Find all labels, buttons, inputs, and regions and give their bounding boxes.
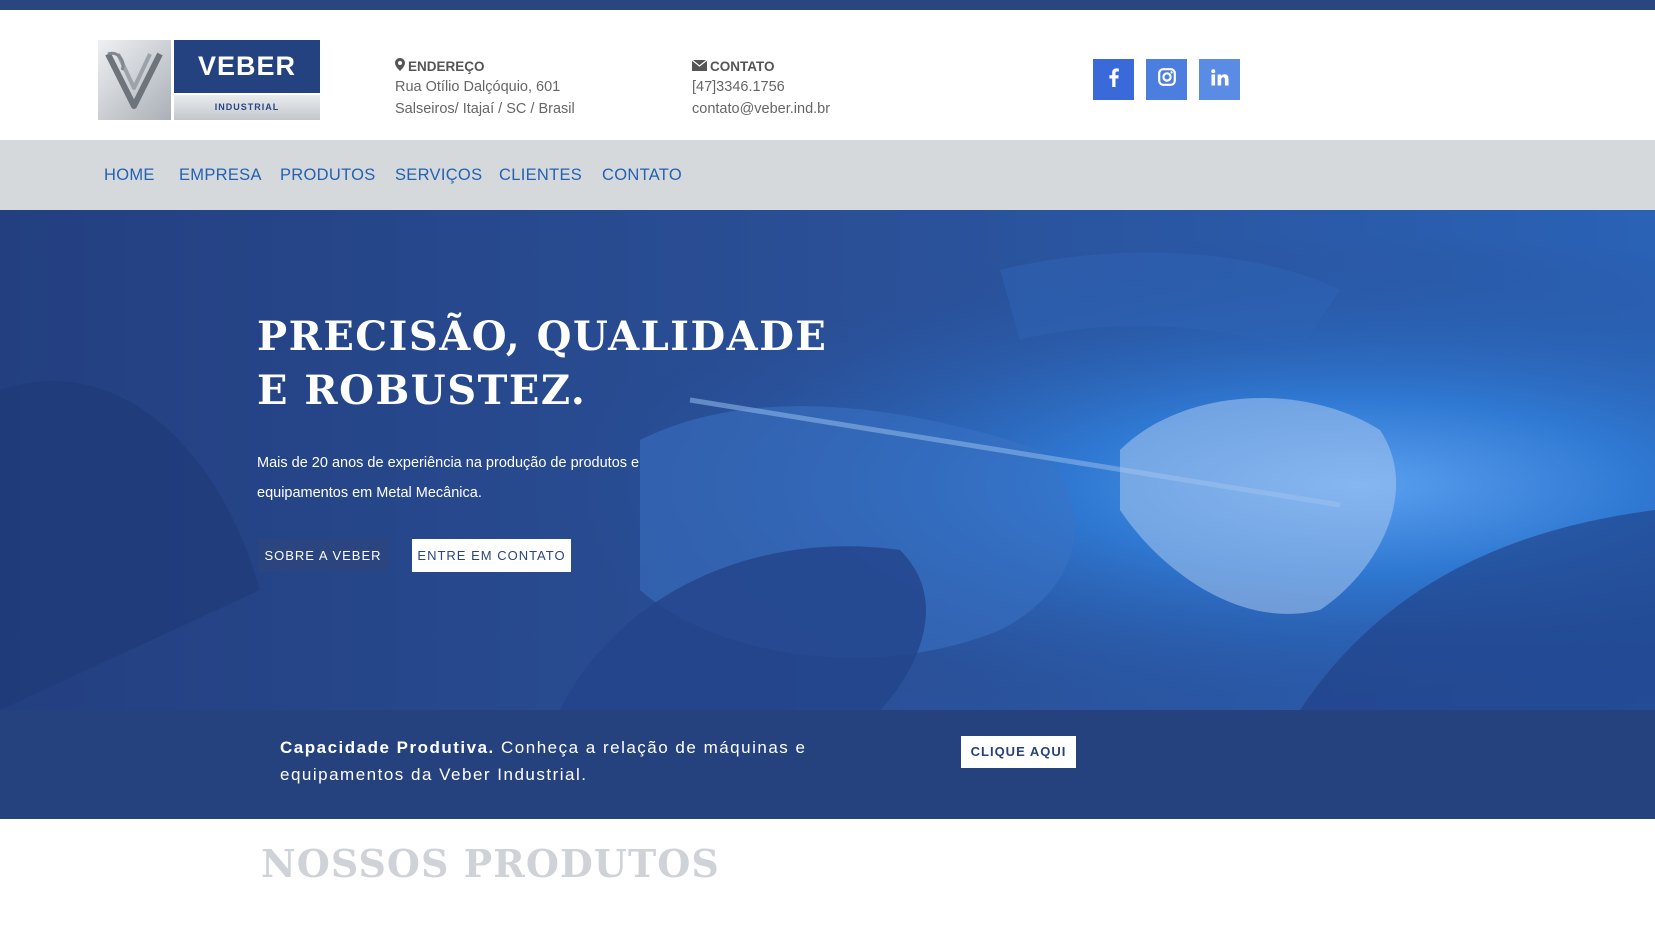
linkedin-icon xyxy=(1210,68,1229,91)
address-line1: Rua Otílio Dalçóquio, 601 xyxy=(395,79,561,95)
contact-heading: CONTATO xyxy=(691,56,830,76)
click-here-button[interactable]: CLIQUE AQUI xyxy=(961,736,1076,768)
capacity-banner: Capacidade Produtiva. Conheça a relação … xyxy=(0,710,1655,819)
main-nav: HOME EMPRESA PRODUTOS SERVIÇOS CLIENTES … xyxy=(0,140,1655,210)
hero-section: PRECISÃO, QUALIDADE E ROBUSTEZ. Mais de … xyxy=(0,210,1655,710)
address-block: ENDEREÇO Rua Otílio Dalçóquio, 601 Salse… xyxy=(395,56,575,120)
instagram-button[interactable] xyxy=(1146,59,1187,100)
hero-title-line2: E ROBUSTEZ. xyxy=(257,367,587,414)
facebook-icon xyxy=(1108,67,1119,92)
site-header: VEBER INDUSTRIAL ENDEREÇO Rua Otílio Dal… xyxy=(0,10,1655,140)
address-heading: ENDEREÇO xyxy=(395,56,575,76)
capacity-strong: Capacidade Produtiva. xyxy=(280,738,495,757)
logo-v-mark xyxy=(98,40,171,120)
nav-item-servicos[interactable]: SERVIÇOS xyxy=(395,140,482,210)
nav-item-empresa[interactable]: EMPRESA xyxy=(179,140,262,210)
instagram-icon xyxy=(1157,68,1176,91)
contact-title: CONTATO xyxy=(710,58,775,74)
facebook-button[interactable] xyxy=(1093,59,1134,100)
contact-phone[interactable]: [47]3346.1756 xyxy=(692,76,830,98)
logo-wordmark: VEBER xyxy=(174,40,320,93)
address-title: ENDEREÇO xyxy=(408,58,485,74)
map-marker-icon xyxy=(395,58,405,74)
nav-item-home[interactable]: HOME xyxy=(104,140,155,210)
nav-item-clientes[interactable]: CLIENTES xyxy=(499,140,582,210)
contact-block: CONTATO [47]3346.1756 contato@veber.ind.… xyxy=(691,56,830,120)
linkedin-button[interactable] xyxy=(1199,59,1240,100)
top-accent-bar xyxy=(0,0,1655,10)
nav-item-contato[interactable]: CONTATO xyxy=(602,140,682,210)
capacity-text: Capacidade Produtiva. Conheça a relação … xyxy=(280,734,870,788)
hero-welding-background xyxy=(0,210,1655,710)
logo-subtitle: INDUSTRIAL xyxy=(174,95,320,120)
veber-logo[interactable]: VEBER INDUSTRIAL xyxy=(98,40,320,120)
address-line2: Salseiros/ Itajaí / SC / Brasil xyxy=(395,101,575,117)
hero-title-line1: PRECISÃO, QUALIDADE xyxy=(257,313,828,360)
hero-description: Mais de 20 anos de experiência na produç… xyxy=(257,455,640,501)
envelope-icon xyxy=(691,59,708,74)
nav-item-produtos[interactable]: PRODUTOS xyxy=(280,140,376,210)
contact-email[interactable]: contato@veber.ind.br xyxy=(692,98,830,120)
products-section-title: NOSSOS PRODUTOS xyxy=(261,841,720,886)
about-veber-button[interactable]: SOBRE A VEBER xyxy=(258,539,388,572)
contact-us-button[interactable]: ENTRE EM CONTATO xyxy=(412,539,571,572)
hero-title: PRECISÃO, QUALIDADE E ROBUSTEZ. xyxy=(257,310,827,418)
